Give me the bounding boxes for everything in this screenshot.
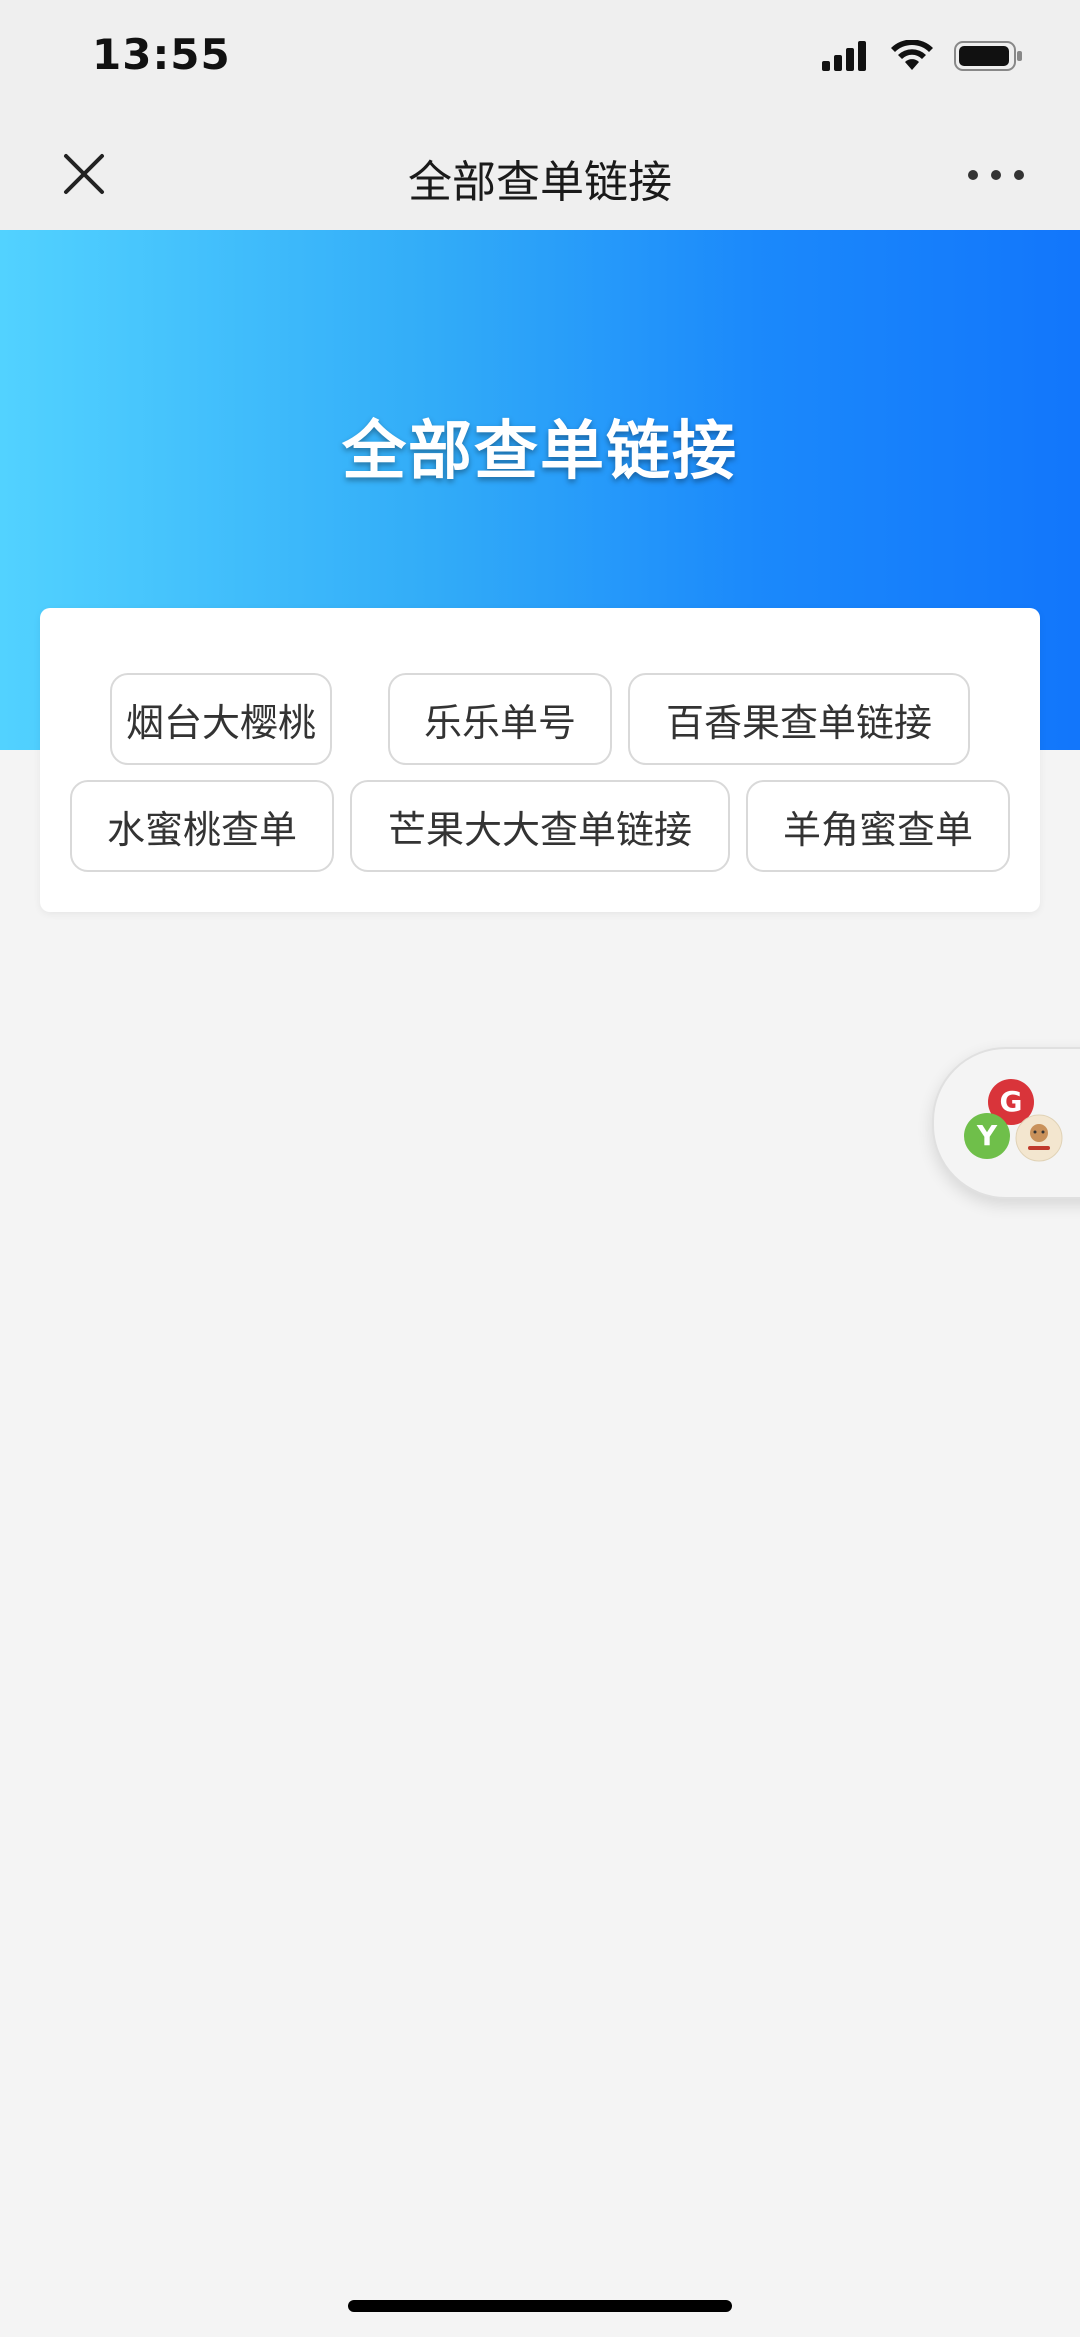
cartoon-avatar-icon — [1015, 1114, 1063, 1162]
cellular-signal-icon — [822, 41, 866, 71]
link-chip-yantai-cherry[interactable]: 烟台大樱桃 — [110, 673, 332, 765]
status-bar: 13:55 — [0, 0, 1080, 118]
link-chip-lele-order[interactable]: 乐乐单号 — [388, 673, 612, 765]
green-y-app-icon: Y — [964, 1113, 1010, 1159]
link-chip-mango[interactable]: 芒果大大查单链接 — [350, 780, 730, 872]
status-icons — [822, 40, 1024, 72]
banner-title: 全部查单链接 — [342, 415, 738, 489]
home-indicator — [348, 2300, 732, 2312]
links-card: 烟台大樱桃 乐乐单号 百香果查单链接 水蜜桃查单 芒果大大查单链接 羊角蜜查单 — [40, 608, 1040, 912]
status-time: 13:55 — [92, 30, 231, 79]
page-title: 全部查单链接 — [408, 157, 672, 208]
more-options-icon[interactable] — [966, 168, 1026, 182]
wifi-icon — [891, 40, 933, 70]
link-chip-passion-fruit[interactable]: 百香果查单链接 — [628, 673, 970, 765]
floating-app-widget[interactable]: G Y — [932, 1047, 1080, 1199]
battery-icon — [954, 41, 1022, 71]
nav-bar: 全部查单链接 — [0, 118, 1080, 230]
link-chip-horn-melon[interactable]: 羊角蜜查单 — [746, 780, 1010, 872]
link-chip-peach[interactable]: 水蜜桃查单 — [70, 780, 334, 872]
svg-text:Y: Y — [976, 1119, 998, 1152]
